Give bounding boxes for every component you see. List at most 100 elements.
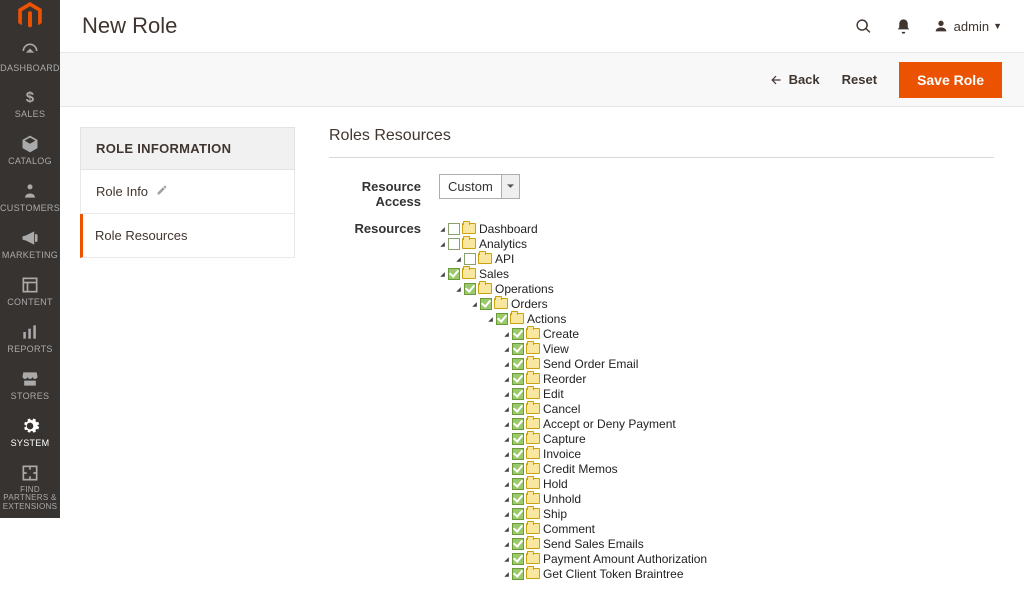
nav-reports[interactable]: REPORTS xyxy=(0,314,60,361)
tree-node-comment[interactable]: Comment xyxy=(543,523,595,535)
search-icon[interactable] xyxy=(853,15,875,37)
nav-find-partners[interactable]: FIND PARTNERS & EXTENSIONS xyxy=(0,455,60,518)
tree-node-get-client-token[interactable]: Get Client Token Braintree xyxy=(543,568,684,580)
resource-access-select[interactable]: Custom xyxy=(439,174,520,199)
nav-system[interactable]: SYSTEM xyxy=(0,408,60,455)
tree-checkbox[interactable] xyxy=(512,403,524,415)
tree-node-orders[interactable]: Orders xyxy=(511,298,548,310)
tree-checkbox[interactable] xyxy=(464,253,476,265)
tree-toggle-icon[interactable] xyxy=(503,480,510,488)
tree-toggle-icon[interactable] xyxy=(503,330,510,338)
tree-toggle-icon[interactable] xyxy=(439,225,446,233)
tree-toggle-icon[interactable] xyxy=(503,375,510,383)
tree-toggle-icon[interactable] xyxy=(439,270,446,278)
tree-toggle-icon[interactable] xyxy=(503,465,510,473)
tree-checkbox[interactable] xyxy=(512,328,524,340)
tree-node-unhold[interactable]: Unhold xyxy=(543,493,581,505)
tree-checkbox[interactable] xyxy=(512,553,524,565)
nav-marketing[interactable]: MARKETING xyxy=(0,220,60,267)
nav-customers[interactable]: CUSTOMERS xyxy=(0,173,60,220)
tree-checkbox[interactable] xyxy=(448,268,460,280)
tree-checkbox[interactable] xyxy=(512,448,524,460)
tree-toggle-icon[interactable] xyxy=(503,390,510,398)
tree-node-cancel[interactable]: Cancel xyxy=(543,403,580,415)
tree-toggle-icon[interactable] xyxy=(503,405,510,413)
tree-checkbox[interactable] xyxy=(512,358,524,370)
tree-checkbox[interactable] xyxy=(512,568,524,580)
tree-checkbox[interactable] xyxy=(512,418,524,430)
tree-node-actions[interactable]: Actions xyxy=(527,313,566,325)
tree-checkbox[interactable] xyxy=(496,313,508,325)
tree-node-create[interactable]: Create xyxy=(543,328,579,340)
nav-dashboard[interactable]: DASHBOARD xyxy=(0,33,60,80)
tree-toggle-icon[interactable] xyxy=(503,495,510,503)
back-button[interactable]: Back xyxy=(769,72,820,87)
save-role-button[interactable]: Save Role xyxy=(899,62,1002,98)
magento-logo[interactable] xyxy=(0,0,60,33)
tree-node-sales[interactable]: Sales xyxy=(479,268,509,280)
tree-node-reorder[interactable]: Reorder xyxy=(543,373,586,385)
tree-checkbox[interactable] xyxy=(512,343,524,355)
tree-toggle-icon[interactable] xyxy=(471,300,478,308)
tree-node-invoice[interactable]: Invoice xyxy=(543,448,581,460)
svg-text:$: $ xyxy=(26,89,35,106)
tree-node-payment-auth[interactable]: Payment Amount Authorization xyxy=(543,553,707,565)
tree-checkbox[interactable] xyxy=(480,298,492,310)
tree-node-edit[interactable]: Edit xyxy=(543,388,564,400)
tree-checkbox[interactable] xyxy=(464,283,476,295)
tree-node-send-sales-emails[interactable]: Send Sales Emails xyxy=(543,538,644,550)
tree-toggle-icon[interactable] xyxy=(503,450,510,458)
tree-toggle-icon[interactable] xyxy=(503,510,510,518)
topbar: New Role admin ▼ xyxy=(60,0,1024,52)
admin-account-menu[interactable]: admin ▼ xyxy=(933,18,1002,34)
tree-checkbox[interactable] xyxy=(512,493,524,505)
tree-toggle-icon[interactable] xyxy=(455,255,462,263)
tree-checkbox[interactable] xyxy=(448,238,460,250)
tree-checkbox[interactable] xyxy=(512,463,524,475)
tree-toggle-icon[interactable] xyxy=(503,345,510,353)
tree-checkbox[interactable] xyxy=(512,433,524,445)
tree-toggle-icon[interactable] xyxy=(503,435,510,443)
tree-toggle-icon[interactable] xyxy=(503,540,510,548)
tree-checkbox[interactable] xyxy=(512,373,524,385)
notifications-icon[interactable] xyxy=(893,15,915,37)
folder-icon xyxy=(526,343,540,354)
folder-icon xyxy=(526,388,540,399)
tree-node-dashboard[interactable]: Dashboard xyxy=(479,223,538,235)
tab-role-info[interactable]: Role Info xyxy=(80,170,295,214)
tree-toggle-icon[interactable] xyxy=(503,570,510,578)
nav-catalog[interactable]: CATALOG xyxy=(0,126,60,173)
tree-node-capture[interactable]: Capture xyxy=(543,433,586,445)
admin-left-nav: DASHBOARD $ SALES CATALOG CUSTOMERS MARK… xyxy=(0,0,60,518)
tree-toggle-icon[interactable] xyxy=(503,525,510,533)
tree-checkbox[interactable] xyxy=(512,538,524,550)
tree-checkbox[interactable] xyxy=(512,478,524,490)
tree-checkbox[interactable] xyxy=(448,223,460,235)
tree-node-hold[interactable]: Hold xyxy=(543,478,568,490)
nav-label: SALES xyxy=(15,110,46,120)
folder-icon xyxy=(526,478,540,489)
tree-node-accept-deny[interactable]: Accept or Deny Payment xyxy=(543,418,676,430)
tree-toggle-icon[interactable] xyxy=(503,420,510,428)
nav-stores[interactable]: STORES xyxy=(0,361,60,408)
tree-node-send-order-email[interactable]: Send Order Email xyxy=(543,358,638,370)
tab-role-resources[interactable]: Role Resources xyxy=(80,214,295,258)
role-information-panel: ROLE INFORMATION Role Info Role Resource… xyxy=(80,127,295,593)
tree-node-credit-memos[interactable]: Credit Memos xyxy=(543,463,618,475)
tree-toggle-icon[interactable] xyxy=(439,240,446,248)
tree-toggle-icon[interactable] xyxy=(487,315,494,323)
tree-toggle-icon[interactable] xyxy=(503,555,510,563)
nav-label: MARKETING xyxy=(2,251,58,261)
nav-sales[interactable]: $ SALES xyxy=(0,79,60,126)
tree-toggle-icon[interactable] xyxy=(455,285,462,293)
nav-content[interactable]: CONTENT xyxy=(0,267,60,314)
tree-node-analytics[interactable]: Analytics xyxy=(479,238,527,250)
tree-checkbox[interactable] xyxy=(512,523,524,535)
tree-checkbox[interactable] xyxy=(512,388,524,400)
tree-node-operations[interactable]: Operations xyxy=(495,283,554,295)
reset-button[interactable]: Reset xyxy=(842,72,877,87)
tree-node-view[interactable]: View xyxy=(543,343,569,355)
tree-node-api[interactable]: API xyxy=(495,253,514,265)
tree-toggle-icon[interactable] xyxy=(503,360,510,368)
folder-icon xyxy=(478,283,492,294)
